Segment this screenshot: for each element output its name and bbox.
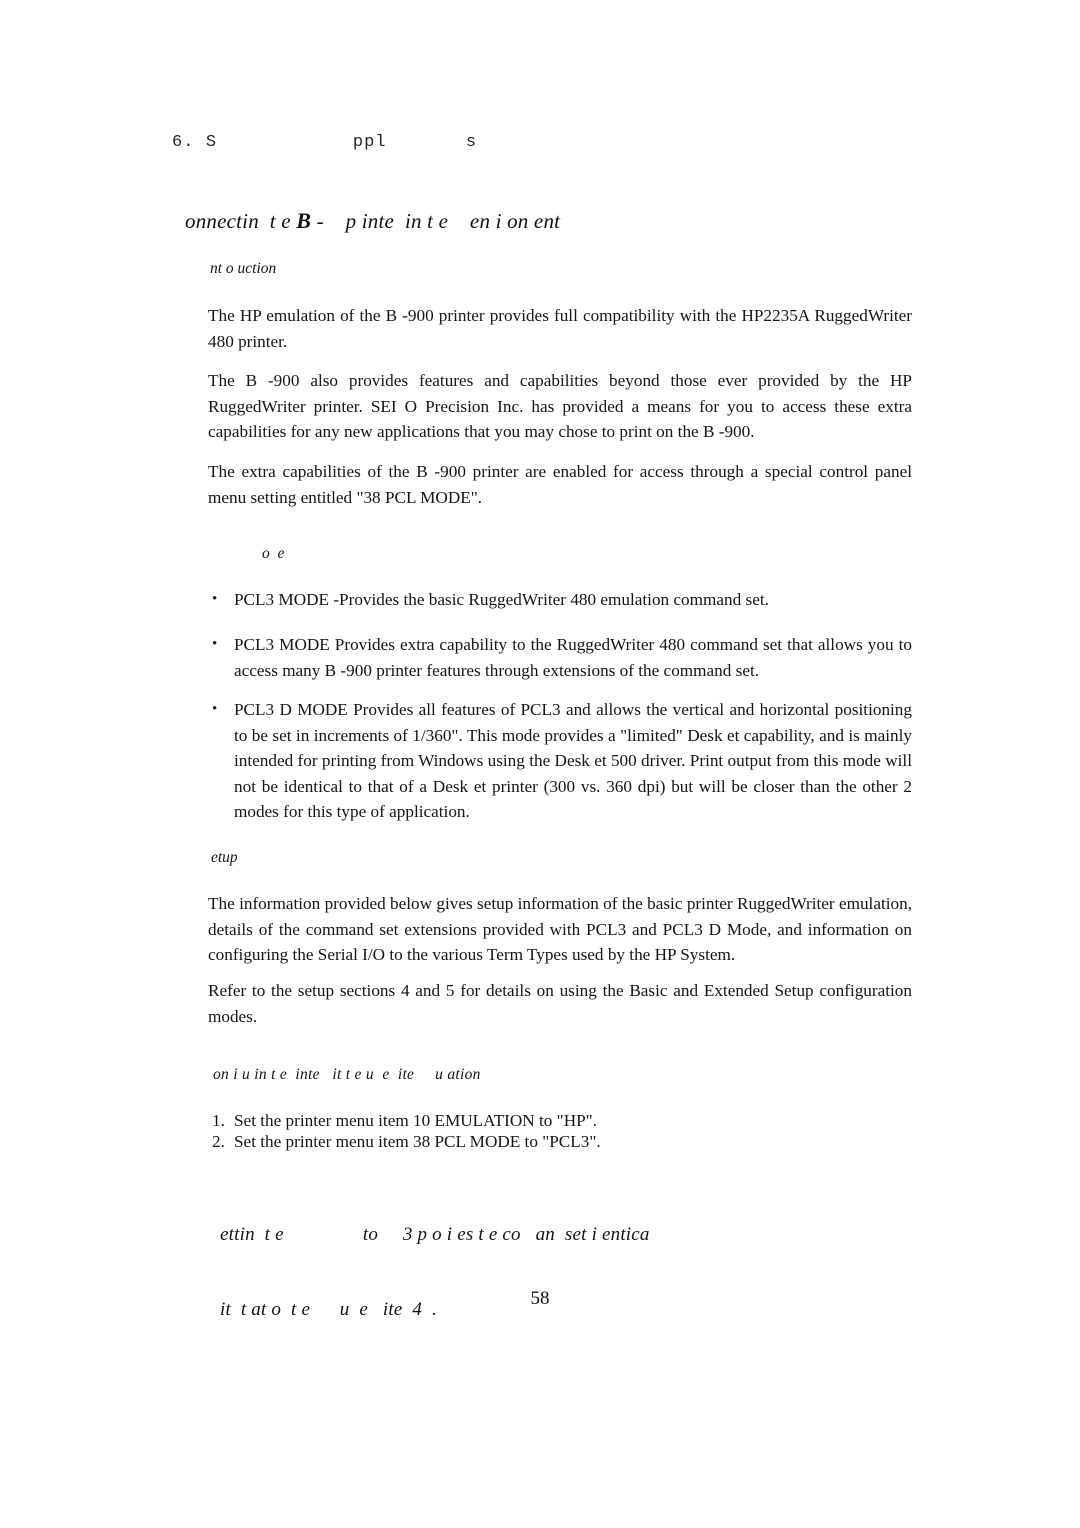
list-item-text: PCL3 D MODE Provides all features of PCL…	[234, 700, 912, 821]
chapter-title: onnectin t e B - p inte in t e en i on e…	[185, 208, 560, 234]
numbered-list-item: 1. Set the printer menu item 10 EMULATION…	[212, 1110, 912, 1131]
closing-note: ettin t e to 3 p o i es t e co an set i …	[220, 1172, 920, 1372]
paragraph-refer-setup-sections: Refer to the setup sections 4 and 5 for …	[208, 981, 912, 1026]
bullet-icon: •	[212, 701, 218, 717]
bullet-icon: •	[212, 636, 218, 652]
running-header: 6. S ppl s	[172, 133, 478, 152]
list-item-text: PCL3 MODE -Provides the basic RuggedWrit…	[234, 590, 769, 609]
bullet-icon: •	[212, 591, 218, 607]
chapter-title-part-2: - p inte in t e en i on ent	[311, 209, 561, 233]
list-item-text: PCL3 MODE Provides extra capability to t…	[234, 635, 912, 680]
heading-modes: o e	[262, 545, 285, 562]
list-item: • PCL3 MODE Provides extra capability to…	[208, 632, 912, 683]
numbered-list-item-number: 1.	[212, 1111, 225, 1130]
list-item: • PCL3 D MODE Provides all features of P…	[208, 697, 912, 825]
heading-introduction: nt o uction	[210, 260, 277, 277]
heading-setup: etup	[211, 849, 238, 866]
numbered-list-item: 2. Set the printer menu item 38 PCL MODE …	[212, 1131, 912, 1152]
numbered-list-item-text: Set the printer menu item 10 EMULATION t…	[234, 1111, 597, 1130]
heading-configuring-printer: on i u in t e inte it t e u e ite u atio…	[213, 1066, 481, 1083]
numbered-list: 1. Set the printer menu item 10 EMULATION…	[212, 1110, 912, 1152]
page-number: 58	[530, 1288, 550, 1309]
paragraph-pcl-mode-menu: The extra capabilities of the B -900 pri…	[208, 462, 912, 507]
paragraph-emulation-compatibility: The HP emulation of the B -900 printer p…	[208, 306, 912, 351]
paragraph-setup-information: The information provided below gives set…	[208, 894, 912, 964]
list-item: • PCL3 MODE -Provides the basic RuggedWr…	[208, 587, 912, 613]
document-page: 6. S ppl s onnectin t e B - p inte in t …	[0, 0, 1080, 1528]
chapter-title-part-b: B	[296, 208, 312, 233]
numbered-list-item-number: 2.	[212, 1132, 225, 1151]
closing-note-line-1: ettin t e to 3 p o i es t e co an set i …	[220, 1224, 650, 1245]
chapter-title-part-1: onnectin t e	[185, 209, 297, 233]
numbered-list-item-text: Set the printer menu item 38 PCL MODE to…	[234, 1132, 601, 1151]
paragraph-extra-capabilities: The B -900 also provides features and ca…	[208, 371, 912, 441]
